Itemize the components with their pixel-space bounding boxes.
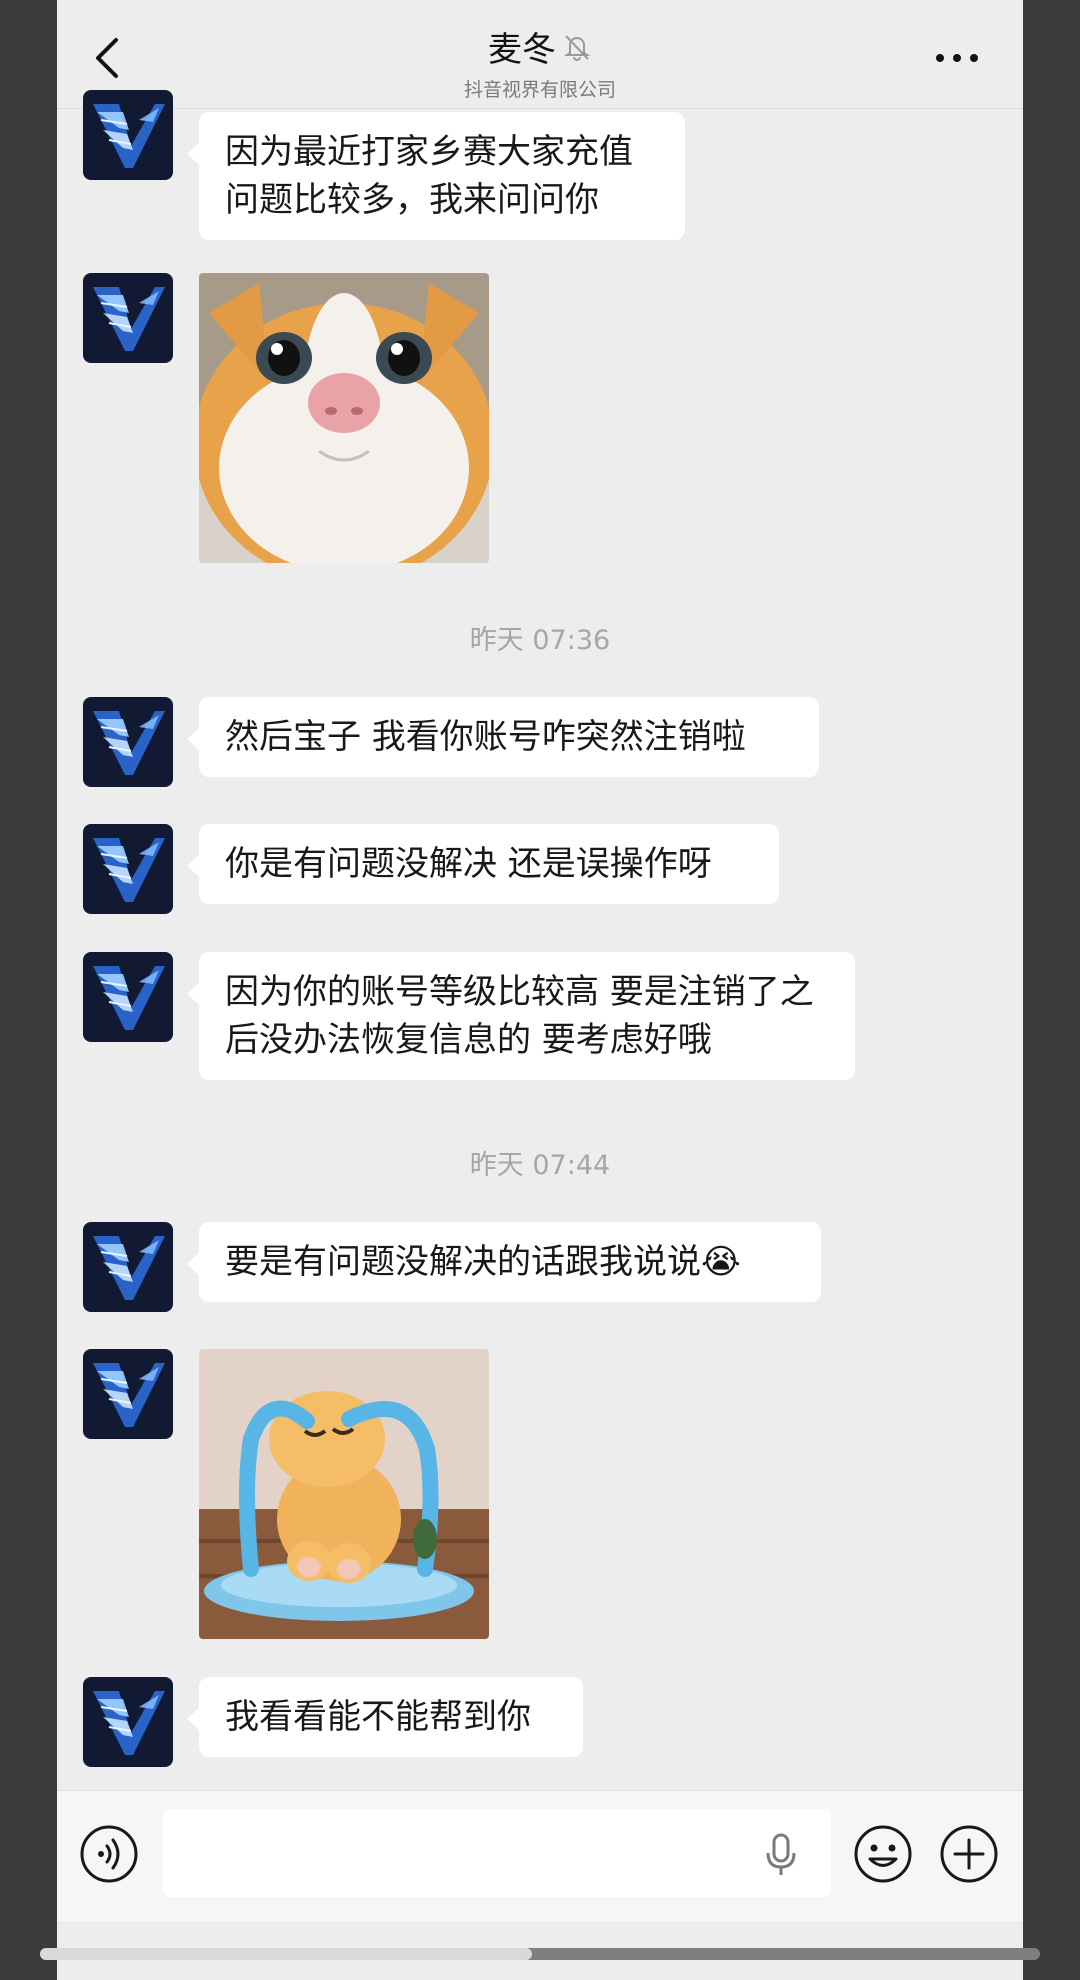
message-text: 因为你的账号等级比较高 要是注销了之后没办法恢复信息的 要考虑好哦 [225,972,814,1060]
avatar[interactable] [83,1222,173,1312]
message-text: 要是有问题没解决的话跟我说说😭 [225,1242,741,1282]
avatar[interactable] [83,697,173,787]
v-logo-icon [93,287,165,351]
message-bubble[interactable]: 要是有问题没解决的话跟我说说😭 [187,1222,821,1302]
message-text: 然后宝子 我看你账号咋突然注销啦 [225,717,746,757]
v-logo-icon [93,838,165,902]
v-logo-icon [93,711,165,775]
message-bubble[interactable]: 因为你的账号等级比较高 要是注销了之后没办法恢复信息的 要考虑好哦 [187,952,855,1080]
crying-plush-image [199,1349,489,1639]
avatar[interactable] [83,90,173,180]
emoji-button[interactable] [853,1824,913,1884]
message-text: 我看看能不能帮到你 [225,1697,531,1737]
chat-screen: 麦冬 抖音视界有限公司 因为最近打家乡赛大家充值问题比较多，我来问问你 昨天 0… [57,0,1023,1980]
avatar[interactable] [83,952,173,1042]
cat-face-image [199,273,489,563]
message-text: 你是有问题没解决 还是误操作呀 [225,844,712,884]
home-indicator[interactable] [40,1948,1040,1960]
emoji-icon [854,1825,912,1883]
v-logo-icon [93,1691,165,1755]
input-bar [57,1790,1023,1921]
avatar[interactable] [83,1677,173,1767]
message-text: 因为最近打家乡赛大家充值问题比较多，我来问问你 [225,132,633,220]
title-block: 麦冬 抖音视界有限公司 [57,22,1023,102]
message-bubble[interactable]: 然后宝子 我看你账号咋突然注销啦 [187,697,819,777]
message-bubble[interactable]: 你是有问题没解决 还是误操作呀 [187,824,779,904]
v-logo-icon [93,1236,165,1300]
voice-icon [80,1825,138,1883]
more-icon [936,54,978,62]
avatar[interactable] [83,273,173,363]
message-bubble[interactable]: 我看看能不能帮到你 [187,1677,583,1757]
message-input[interactable] [163,1809,831,1897]
sticker-cat-face[interactable] [199,273,489,563]
sticker-crying-plush[interactable] [199,1349,489,1639]
message-bubble[interactable]: 因为最近打家乡赛大家充值问题比较多，我来问问你 [187,112,685,240]
chat-subtitle: 抖音视界有限公司 [463,79,616,101]
avatar[interactable] [83,824,173,914]
chat-header: 麦冬 抖音视界有限公司 [57,0,1023,109]
plus-icon [940,1825,998,1883]
mic-button[interactable] [761,1831,801,1879]
v-logo-icon [93,1363,165,1427]
timestamp: 昨天 07:36 [469,625,611,656]
plus-button[interactable] [939,1824,999,1884]
mic-icon [766,1833,796,1875]
home-indicator-progress [40,1948,532,1960]
timestamp: 昨天 07:44 [469,1150,611,1181]
bell-off-icon [563,34,591,61]
voice-button[interactable] [79,1824,139,1884]
chat-title: 麦冬 [488,30,556,70]
v-logo-icon [93,966,165,1030]
v-logo-icon [93,104,165,168]
avatar[interactable] [83,1349,173,1439]
more-button[interactable] [927,38,987,78]
